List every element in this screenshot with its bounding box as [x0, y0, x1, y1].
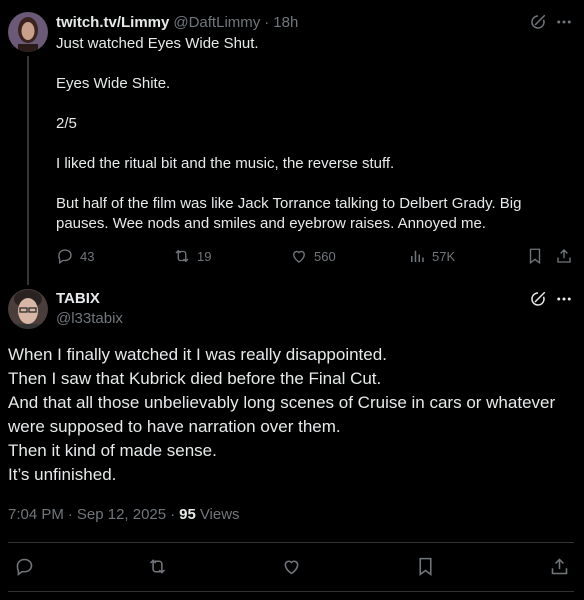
post-line: And that all those unbelievably long sce… — [8, 393, 556, 436]
post-meta: 7:04 PM · Sep 12, 2025 · 95 Views — [8, 505, 240, 525]
post-paragraph: I liked the ritual bit and the music, th… — [56, 155, 395, 172]
post-time[interactable]: 18h — [273, 14, 298, 31]
separator: · — [264, 13, 270, 31]
like-button[interactable] — [279, 554, 303, 578]
views-button[interactable]: 57K — [408, 246, 455, 266]
share-button[interactable] — [554, 246, 574, 266]
post-time[interactable]: 7:04 PM — [8, 505, 64, 525]
heart-icon — [293, 250, 305, 263]
like-count: 560 — [314, 248, 336, 264]
parent-post-header: twitch.tv/Limmy @DaftLimmy · 18h — [56, 12, 572, 32]
views-label: Views — [199, 506, 240, 523]
post-date[interactable]: Sep 12, 2025 — [77, 505, 166, 525]
views-icon — [411, 250, 424, 262]
more-icon[interactable] — [554, 289, 574, 309]
post-line: Then I saw that Kubrick died before the … — [8, 369, 382, 388]
avatar-tabix[interactable] — [8, 289, 48, 329]
bookmark-icon — [418, 557, 432, 576]
repost-button[interactable]: 19 — [173, 246, 211, 266]
post-paragraph: 2/5 — [56, 115, 77, 132]
grok-icon[interactable] — [528, 289, 548, 309]
main-post-text: When I finally watched it I was really d… — [8, 343, 574, 487]
divider — [8, 542, 574, 543]
post-line: It’s unfinished. — [8, 465, 117, 484]
main-post-author: TABIX @l33tabix — [56, 289, 123, 329]
avatar-limmy[interactable] — [8, 12, 48, 52]
separator: · — [67, 506, 73, 523]
view-count: 95 — [179, 506, 196, 523]
reply-count: 43 — [80, 248, 95, 264]
repost-button[interactable] — [145, 554, 169, 578]
more-icon[interactable] — [554, 12, 574, 32]
share-icon — [551, 557, 567, 574]
heart-icon — [284, 560, 298, 574]
bookmark-button[interactable] — [413, 554, 437, 578]
bookmark-icon — [529, 248, 541, 265]
repost-icon — [175, 249, 189, 263]
divider — [8, 591, 574, 592]
thread-line — [27, 56, 29, 285]
author-name[interactable]: TABIX — [56, 289, 123, 309]
like-button[interactable]: 560 — [290, 246, 336, 266]
bookmark-button[interactable] — [525, 246, 545, 266]
separator: · — [170, 506, 176, 523]
author-handle[interactable]: @l33tabix — [56, 309, 123, 329]
share-icon — [557, 249, 571, 263]
view-count: 57K — [432, 248, 456, 264]
reply-button[interactable] — [12, 554, 36, 578]
post-line: When I finally watched it I was really d… — [8, 345, 387, 364]
post-line: Then it kind of made sense. — [8, 441, 217, 460]
reply-icon — [16, 558, 32, 576]
parent-post-text: Just watched Eyes Wide Shut. Eyes Wide S… — [56, 34, 568, 234]
repost-icon — [149, 558, 165, 574]
reply-button[interactable]: 43 — [56, 246, 94, 266]
repost-count: 19 — [197, 248, 212, 264]
author-name[interactable]: twitch.tv/Limmy — [56, 14, 169, 31]
post-paragraph: Eyes Wide Shite. — [56, 75, 171, 92]
grok-icon[interactable] — [528, 12, 548, 32]
share-button[interactable] — [547, 554, 571, 578]
reply-icon — [58, 249, 72, 265]
post-paragraph: Just watched Eyes Wide Shut. — [56, 35, 259, 52]
post-paragraph: But half of the film was like Jack Torra… — [56, 195, 522, 232]
author-handle[interactable]: @DaftLimmy — [173, 14, 260, 31]
